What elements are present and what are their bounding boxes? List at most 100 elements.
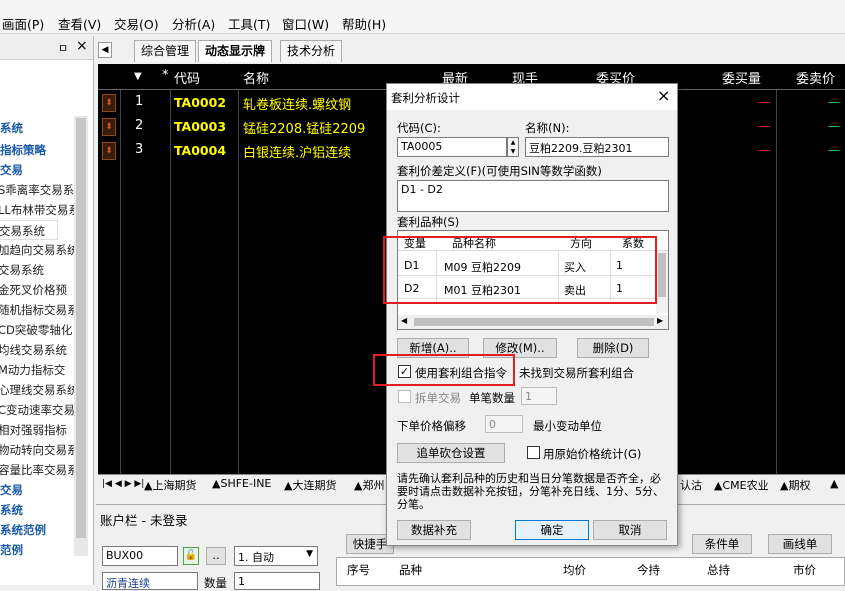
col-seq[interactable]: 序号	[347, 562, 370, 578]
sidebar-item[interactable]: 系统范例	[0, 520, 46, 540]
tab-overview[interactable]: 综合管理	[134, 40, 197, 62]
col-species[interactable]: 品种	[399, 562, 422, 578]
close-icon[interactable]: ×	[76, 38, 88, 54]
species-hscroll-thumb[interactable]	[414, 318, 654, 326]
tab-more[interactable]: ▲	[830, 477, 838, 490]
sort-arrow-icon[interactable]: ▼	[134, 71, 142, 82]
col-avg-price[interactable]: 均价	[563, 562, 586, 578]
sidebar-item[interactable]: C变动速率交易	[0, 400, 75, 420]
col-variable[interactable]: 变量	[404, 235, 426, 251]
tab-shfe-ine[interactable]: ▲SHFE-INE	[212, 477, 271, 490]
use-combo-label[interactable]: 使用套利组合指令	[415, 365, 507, 381]
contract-field[interactable]: 沥青连续	[102, 572, 198, 590]
col-direction[interactable]: 方向	[570, 235, 592, 251]
split-checkbox[interactable]	[398, 390, 411, 403]
offset-field[interactable]: 0	[485, 415, 523, 433]
sidebar-item[interactable]: M动力指标交	[0, 360, 65, 380]
orig-price-checkbox[interactable]	[527, 446, 540, 459]
tab-scroll-left-icon[interactable]: ◀	[98, 42, 112, 58]
col-star[interactable]: *	[162, 68, 169, 83]
col-market-price[interactable]: 市价	[793, 562, 816, 578]
sidebar-item[interactable]: 交易	[0, 480, 23, 500]
delete-button[interactable]: 删除(D)	[577, 338, 649, 358]
sidebar-item[interactable]: 指标策略	[0, 140, 46, 160]
qty-stepper[interactable]: 1	[234, 572, 320, 590]
scroll-right-icon[interactable]: ▶	[657, 316, 663, 325]
sidebar-item[interactable]: 物动转向交易系	[0, 440, 79, 460]
sidebar-item[interactable]: 交易系统	[0, 220, 58, 240]
tab-cme-agri[interactable]: ▲CME农业	[714, 477, 769, 493]
mode-select[interactable]: 1. 自动 ▼	[234, 546, 318, 566]
account-id-field[interactable]: BUX00	[102, 546, 178, 566]
sidebar-item[interactable]: 系统	[0, 500, 23, 520]
row-index: 3	[135, 142, 144, 157]
tab-dynamic-board[interactable]: 动态显示牌	[198, 40, 273, 62]
sidebar-item[interactable]: LL布林带交易系	[0, 200, 80, 220]
tab-options[interactable]: ▲期权	[780, 477, 810, 493]
more-button[interactable]: ..	[206, 547, 226, 565]
close-icon[interactable]: ×	[657, 86, 670, 105]
col-species-name[interactable]: 品种名称	[452, 235, 496, 251]
draw-line-order-button[interactable]: 画线单	[768, 534, 832, 554]
col-code[interactable]: 代码	[174, 68, 200, 87]
col-coefficient[interactable]: 系数	[622, 235, 644, 251]
name-field[interactable]: 豆粕2209.豆粕2301	[525, 137, 669, 157]
tab-shfe[interactable]: ▲上海期货	[144, 477, 196, 493]
code-spin-icon[interactable]: ▲ ▼	[507, 137, 519, 157]
formula-label: 套利价差定义(F)(可使用SIN等数学函数)	[397, 164, 602, 178]
col-today-hold[interactable]: 今持	[637, 562, 660, 578]
menu-analysis[interactable]: 分析(A)	[172, 14, 215, 33]
name-label: 名称(N):	[525, 121, 570, 135]
sidebar-item[interactable]: 范例	[0, 540, 23, 560]
sidebar-item[interactable]: CD突破零轴化	[0, 320, 72, 340]
orig-price-label[interactable]: 用原始价格统计(G)	[543, 446, 641, 462]
col-ask-price[interactable]: 委卖价	[796, 68, 835, 87]
pin-icon[interactable]: ㅁ	[58, 40, 68, 56]
sidebar-item[interactable]: 随机指标交易系	[0, 300, 79, 320]
menu-trade[interactable]: 交易(O)	[114, 14, 159, 33]
code-field[interactable]: TA0005	[397, 137, 507, 157]
formula-textarea[interactable]: D1 - D2	[397, 180, 669, 212]
tab-czce[interactable]: ▲郑州	[354, 477, 384, 493]
ok-button[interactable]: 确定	[515, 520, 589, 540]
use-combo-checkbox[interactable]: ✓	[398, 365, 411, 378]
panel-scrollbar-thumb[interactable]	[76, 118, 86, 538]
per-lot-field[interactable]: 1	[521, 387, 557, 405]
sidebar-item[interactable]: 容量比率交易系	[0, 460, 79, 480]
menu-window[interactable]: 窗口(W)	[282, 14, 329, 33]
menu-tools[interactable]: 工具(T)	[228, 14, 270, 33]
tab-put[interactable]: 认沽	[680, 477, 702, 493]
dialog-title: 套利分析设计	[391, 91, 460, 105]
col-name[interactable]: 名称	[243, 68, 269, 87]
species-hscroll[interactable]: ◀ ▶	[398, 315, 668, 329]
tab-dce[interactable]: ▲大连期货	[284, 477, 336, 493]
sidebar-item[interactable]: 交易系统	[0, 260, 44, 280]
scroll-left-icon[interactable]: ◀	[401, 316, 407, 325]
sidebar-item[interactable]: 加趋向交易系统	[0, 240, 79, 260]
species-vscroll-thumb[interactable]	[658, 253, 666, 297]
tab-technical[interactable]: 技术分析	[280, 40, 343, 62]
row-direction: 卖出	[564, 284, 586, 297]
sidebar-item[interactable]: S乖离率交易系	[0, 180, 74, 200]
sidebar-item[interactable]: 金死叉价格预	[0, 280, 67, 300]
menu-screen[interactable]: 画面(P)	[2, 14, 44, 33]
sidebar-item[interactable]: 心理线交易系统	[0, 380, 79, 400]
lock-icon[interactable]: 🔓	[183, 547, 199, 565]
data-supplement-button[interactable]: 数据补充	[397, 520, 471, 540]
menu-help[interactable]: 帮助(H)	[342, 14, 386, 33]
tabs-first-icon[interactable]: |◀ ◀ ▶ ▶|	[102, 479, 144, 489]
sidebar-item[interactable]: 均线交易系统	[0, 340, 67, 360]
cancel-button[interactable]: 取消	[593, 520, 667, 540]
add-button[interactable]: 新增(A)..	[397, 338, 469, 358]
col-bid-volume[interactable]: 委买量	[722, 68, 761, 87]
col-total-hold[interactable]: 总持	[707, 562, 730, 578]
conditional-order-button[interactable]: 条件单	[692, 534, 752, 554]
split-label[interactable]: 拆单交易	[415, 390, 461, 406]
menu-view[interactable]: 查看(V)	[58, 14, 101, 33]
edit-button[interactable]: 修改(M)..	[483, 338, 557, 358]
sidebar-item[interactable]: 相对强弱指标	[0, 420, 67, 440]
chase-settings-button[interactable]: 追单砍仓设置	[397, 443, 505, 463]
row-code: TA0003	[174, 119, 227, 134]
sidebar-item[interactable]: 系统	[0, 118, 23, 138]
sidebar-item[interactable]: 交易	[0, 160, 23, 180]
